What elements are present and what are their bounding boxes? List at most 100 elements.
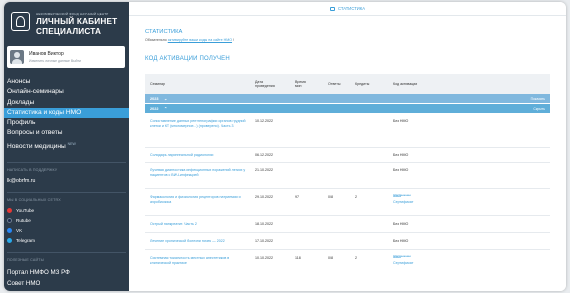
divider (7, 162, 126, 163)
row-date: 29.10.2022 (255, 195, 273, 199)
row-title[interactable]: Системная токсичность местных анестетико… (150, 256, 250, 265)
stats-table: Семинар Дата проведения Время мин Ответы… (145, 74, 550, 274)
row-title[interactable]: Острый панкреатит. Часть 2 (150, 222, 250, 226)
col-credits: Кредиты (355, 82, 370, 86)
table-row: Сопоставление данных рентгенографии орга… (145, 114, 550, 148)
social-youtube[interactable]: YouTube (7, 208, 34, 213)
year-2022-bar[interactable]: 2022 ⌃ Скрыть (145, 104, 550, 114)
row-credits: 2 (355, 195, 357, 199)
social-telegram-label: Telegram (16, 238, 35, 243)
avatar[interactable] (10, 50, 24, 64)
row-code: Без НМО (393, 222, 409, 226)
sidebar-item-reports[interactable]: Доклады (4, 98, 129, 108)
subtitle-suffix: ! (232, 38, 235, 42)
divider (7, 252, 126, 253)
sidebar-item-faq[interactable]: Вопросы и ответы (4, 128, 129, 138)
logo-org: НЕКОММЕРЧЕСКИЙ ФОНД НАУЧНЫЙ ЦЕНТР (36, 12, 109, 16)
sidebar-item-announcements[interactable]: Анонсы (4, 77, 129, 87)
vk-icon (7, 228, 12, 233)
row-title[interactable]: Лучевая диагностика инфекционных поражен… (150, 168, 250, 177)
social-rutube-label: Rutube (16, 218, 31, 223)
year-2022-label: 2022 (150, 107, 159, 111)
year-2022-toggle[interactable]: Скрыть (533, 107, 545, 111)
row-title[interactable]: Солидарь ларингеальной радиологии (150, 153, 250, 157)
sites-heading: ПОЛЕЗНЫЕ САЙТЫ (7, 258, 45, 262)
table-row: Системная токсичность местных анестетико… (145, 250, 550, 274)
social-youtube-label: YouTube (16, 208, 35, 213)
table-row: Солидарь ларингеальной радиологии 06.12.… (145, 148, 550, 163)
nmo-activate-link[interactable]: активируйте ваши коды на сайте НМО (168, 38, 232, 42)
subtitle-prefix: Обязательно (145, 38, 168, 42)
page-subtitle: Обязательно активируйте ваши коды на сай… (145, 38, 550, 42)
year-2023-toggle[interactable]: Показать (531, 97, 545, 101)
social-rutube[interactable]: Rutube (7, 218, 31, 223)
row-title[interactable]: Фармакология и физиология рецепторов нат… (150, 195, 250, 204)
year-2023-bar[interactable]: 2023 ⌄ Показать (145, 94, 550, 104)
row-code: Без НМО (393, 239, 409, 243)
table-row: Острый панкреатит. Часть 2 18.10.2022 Бе… (145, 216, 550, 233)
sidebar: НЕКОММЕРЧЕСКИЙ ФОНД НАУЧНЫЙ ЦЕНТР ЛИЧНЫЙ… (4, 2, 129, 291)
logo-title-2: СПЕЦИАЛИСТА (36, 27, 102, 36)
chevron-down-icon: ⌄ (164, 96, 168, 101)
user-card: Иванов Виктор Изменить личные данные Вый… (7, 46, 125, 68)
tab-statistics[interactable]: СТАТИСТИКА (329, 6, 366, 11)
page-title: СТАТИСТИКА (145, 29, 183, 35)
row-date: 17.10.2022 (255, 239, 273, 243)
row-date: 18.10.2022 (255, 222, 273, 226)
row-code[interactable]: 5560******* (393, 255, 411, 259)
youtube-icon (7, 208, 12, 213)
user-actions[interactable]: Изменить личные данные Выйти (29, 59, 81, 63)
col-seminar: Семинар (150, 82, 166, 86)
user-name: Иванов Виктор (29, 51, 64, 58)
sidebar-item-news-label: Новости медицины (7, 142, 66, 150)
row-answers: 0/8 (328, 256, 333, 260)
row-title[interactable]: Сопоставление данных рентгенографии орга… (150, 119, 250, 128)
site-link-nmfo[interactable]: Портал НМФО МЗ РФ (7, 269, 70, 276)
row-certificate[interactable]: Сертификат (393, 261, 413, 265)
row-code: Без НМО (393, 168, 409, 172)
tab-statistics-label: СТАТИСТИКА (337, 6, 366, 11)
row-date: 06.12.2022 (255, 153, 273, 157)
row-code: Без НМО (393, 153, 409, 157)
support-heading: НАПИСАТЬ В ПОДДЕРЖКУ (7, 168, 58, 172)
new-badge: NEW (67, 141, 76, 146)
table-header: Семинар Дата проведения Время мин Ответы… (145, 74, 550, 94)
site-link-nmo[interactable]: Совет НМО (7, 280, 40, 287)
table-row: Лучевая диагностика инфекционных поражен… (145, 163, 550, 189)
row-date: 10.10.2022 (255, 256, 273, 260)
rutube-icon (7, 218, 12, 223)
chart-icon (329, 6, 335, 11)
social-vk[interactable]: VK (7, 228, 22, 233)
col-date: Дата проведения (255, 79, 275, 88)
logo[interactable]: НЕКОММЕРЧЕСКИЙ ФОНД НАУЧНЫЙ ЦЕНТР ЛИЧНЫЙ… (11, 12, 117, 36)
logo-icon (11, 12, 30, 31)
sidebar-item-profile[interactable]: Профиль (4, 118, 129, 128)
main-content: СТАТИСТИКА СТАТИСТИКА Обязательно активи… (129, 2, 566, 291)
social-vk-label: VK (16, 228, 23, 233)
year-2023-label: 2023 (150, 97, 159, 101)
telegram-icon (7, 238, 12, 243)
row-date: 21.10.2022 (255, 168, 273, 172)
app-window: НЕКОММЕРЧЕСКИЙ ФОНД НАУЧНЫЙ ЦЕНТР ЛИЧНЫЙ… (4, 2, 566, 291)
row-code: Без НМО (393, 119, 409, 123)
row-credits: 2 (355, 256, 357, 260)
support-email[interactable]: lk@obrfm.ru (7, 178, 35, 184)
social-telegram[interactable]: Telegram (7, 238, 35, 243)
row-certificate[interactable]: Сертификат (393, 200, 413, 204)
sidebar-item-statistics[interactable]: Статистика и коды НМО (4, 107, 129, 119)
row-time: 118 (295, 256, 301, 260)
sidebar-nav: Анонсы Онлайн-семинары Доклады Статистик… (4, 77, 129, 150)
section-title: КОД АКТИВАЦИИ ПОЛУЧЕН (145, 56, 230, 62)
top-bar: СТАТИСТИКА (129, 2, 566, 16)
divider (7, 192, 126, 193)
row-answers: 0/8 (328, 195, 333, 199)
row-code[interactable]: 5565******* (393, 194, 411, 198)
sidebar-item-webinars[interactable]: Онлайн-семинары (4, 87, 129, 97)
row-title[interactable]: Лечение хронической болезни почек — 2022 (150, 239, 250, 243)
sidebar-item-news[interactable]: Новости медицины NEW (4, 139, 129, 150)
chevron-up-icon: ⌃ (164, 106, 168, 111)
table-row: Лечение хронической болезни почек — 2022… (145, 233, 550, 250)
row-time: 97 (295, 195, 299, 199)
logo-title-1: ЛИЧНЫЙ КАБИНЕТ (36, 17, 118, 26)
col-code: Код активации (393, 82, 418, 86)
